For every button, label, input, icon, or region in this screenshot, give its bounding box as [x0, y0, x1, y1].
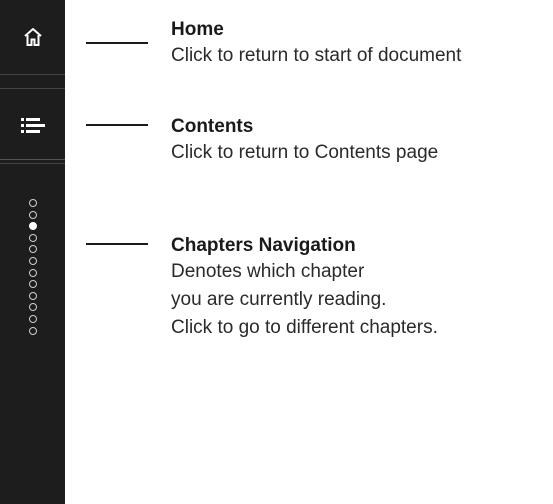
- home-callout-title: Home: [171, 19, 224, 40]
- chapter-dot-2[interactable]: [29, 210, 37, 219]
- chapter-dot-1[interactable]: [29, 199, 37, 207]
- list-icon: [20, 118, 45, 133]
- chapter-dot-3[interactable]: [29, 222, 37, 231]
- home-leader-line: [86, 42, 148, 44]
- chapter-dot-4[interactable]: [29, 233, 37, 242]
- chapter-dot-12[interactable]: [29, 326, 37, 335]
- home-icon: [23, 28, 42, 46]
- sidebar-divider: [0, 159, 65, 160]
- chapters-callout-line1: Denotes which chapter: [171, 261, 365, 282]
- chapter-dot-6[interactable]: [29, 256, 37, 265]
- chapters-callout-line3: Click to go to different chapters.: [171, 317, 438, 338]
- chapter-dot-5[interactable]: [29, 245, 37, 254]
- contents-callout-desc: Click to return to Contents page: [171, 142, 439, 163]
- home-button[interactable]: [0, 0, 65, 75]
- chapters-callout-line2: you are currently reading.: [171, 289, 387, 310]
- chapter-dot-7[interactable]: [29, 268, 37, 277]
- chapter-dot-11[interactable]: [29, 314, 37, 323]
- home-callout: Home Click to return to start of documen…: [171, 18, 461, 70]
- chapter-dot-10[interactable]: [29, 303, 37, 312]
- contents-callout-title: Contents: [171, 116, 254, 137]
- contents-leader-line: [86, 124, 148, 126]
- chapters-leader-line: [86, 243, 148, 245]
- contents-button[interactable]: [0, 88, 65, 164]
- home-callout-desc: Click to return to start of document: [171, 45, 462, 66]
- navigation-sidebar: [0, 0, 65, 504]
- chapter-dot-8[interactable]: [29, 280, 37, 289]
- chapter-dot-9[interactable]: [29, 291, 37, 300]
- contents-callout: Contents Click to return to Contents pag…: [171, 115, 438, 167]
- chapter-navigation: [26, 199, 40, 338]
- chapters-callout-title: Chapters Navigation: [171, 235, 356, 256]
- chapters-callout: Chapters Navigation Denotes which chapte…: [171, 234, 438, 342]
